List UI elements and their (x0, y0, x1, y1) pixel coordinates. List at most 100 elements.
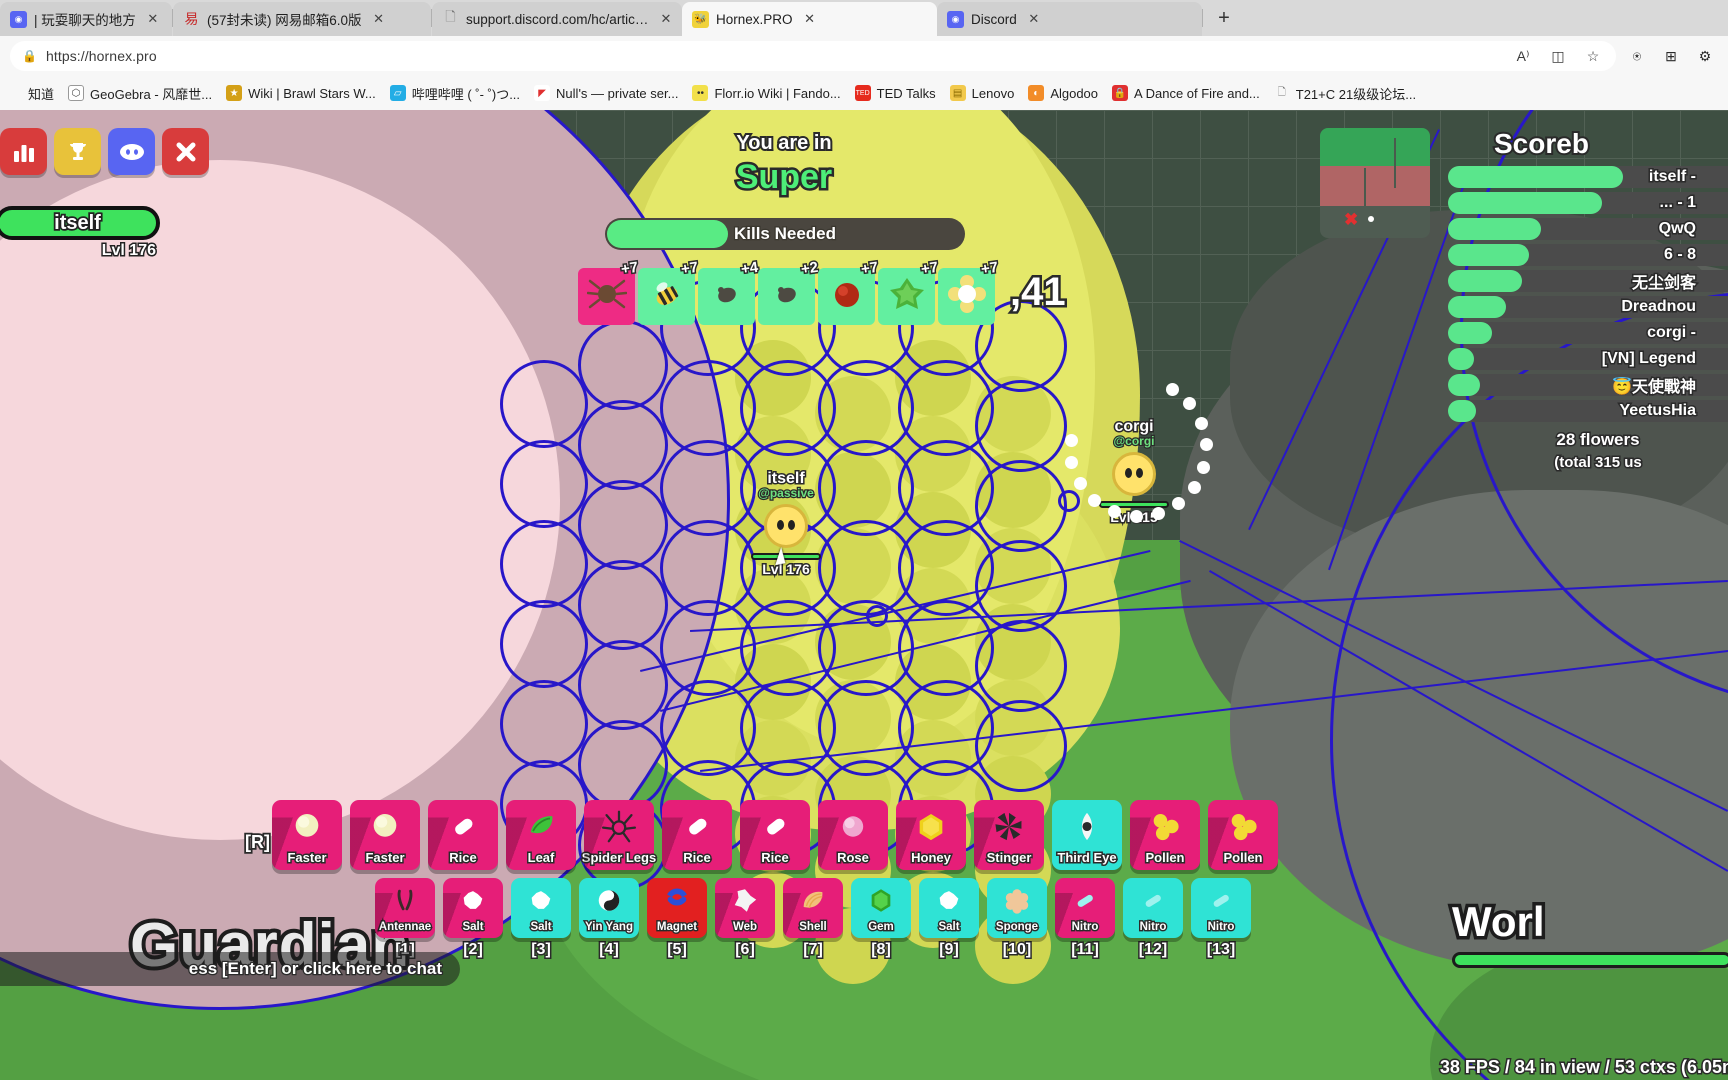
pet-slot-4[interactable]: +2 (758, 257, 821, 325)
hotbar-slot-2[interactable]: Faster (350, 800, 420, 870)
pet-slot-6[interactable]: +7 (878, 257, 941, 325)
tab-close-icon[interactable]: ✕ (656, 9, 676, 29)
pet-slot-2[interactable]: +7 (638, 257, 701, 325)
inventory-tile[interactable]: Nitro (1055, 878, 1115, 938)
inventory-slot-12[interactable]: Nitro [12] (1123, 878, 1183, 960)
eye-icon (1125, 468, 1132, 478)
leaderboard-button[interactable] (54, 128, 101, 175)
stats-button[interactable] (0, 128, 47, 175)
hotbar-slot-10[interactable]: Stinger (974, 800, 1044, 870)
projectile-circle (975, 700, 1067, 792)
inventory-slot-3[interactable]: Salt [3] (511, 878, 571, 960)
pet-slot-3[interactable]: +4 (698, 257, 761, 325)
browser-tab-active[interactable]: 🐝 Hornex.PRO ✕ (682, 2, 937, 36)
hotbar-slot-11[interactable]: Third Eye (1052, 800, 1122, 870)
chat-input[interactable]: ess [Enter] or click here to chat (0, 952, 460, 986)
inventory-tile[interactable]: Nitro (1191, 878, 1251, 938)
favorite-star-icon[interactable]: ☆ (1580, 43, 1606, 69)
bookmark-item[interactable]: TED TED Talks (854, 85, 936, 101)
tab-close-icon[interactable]: ✕ (1024, 9, 1044, 29)
hotbar-item-label: Rose (836, 849, 871, 867)
petal-orb (1064, 433, 1078, 447)
bookmark-item[interactable]: •• Florr.io Wiki | Fando... (692, 85, 841, 101)
bookmark-item[interactable]: ▤ Lenovo (949, 85, 1014, 101)
browser-tab[interactable]: ◉ | 玩耍聊天的地方 ✕ (0, 2, 172, 36)
pearl-icon (290, 810, 324, 849)
hotbar-slot-8[interactable]: Rose (818, 800, 888, 870)
inventory-slot-9[interactable]: Salt [9] (919, 878, 979, 960)
close-button[interactable] (162, 128, 209, 175)
bookmark-item[interactable]: ★ Wiki | Brawl Stars W... (226, 85, 376, 101)
inventory-tile[interactable]: Gem (851, 878, 911, 938)
inventory-slot-10[interactable]: Sponge [10] (987, 878, 1047, 960)
inventory-tile[interactable]: Magnet (647, 878, 707, 938)
inventory-tile[interactable]: Antennae (375, 878, 435, 938)
hotbar-slot-12[interactable]: Pollen (1130, 800, 1200, 870)
bookmark-label: TED Talks (876, 85, 936, 101)
inventory-tile[interactable]: Nitro (1123, 878, 1183, 938)
inventory-tile[interactable]: Salt (443, 878, 503, 938)
discord-button[interactable] (108, 128, 155, 175)
inventory-tile[interactable]: Shell (783, 878, 843, 938)
bookmark-item[interactable]: 🗋 T21+C 21级级论坛... (1274, 84, 1416, 103)
browser-tab[interactable]: ◉ Discord ✕ (937, 2, 1202, 36)
pet-slot-5[interactable]: +7 (818, 257, 881, 325)
split-screen-icon[interactable]: ◫ (1545, 43, 1571, 69)
address-bar[interactable]: 🔒 https://hornex.pro A⁾ ◫ ☆ (10, 41, 1616, 71)
minimap-zone-green (1320, 128, 1430, 166)
tab-close-icon[interactable]: ✕ (143, 9, 163, 29)
hotbar-slot-5[interactable]: Spider Legs (580, 800, 658, 870)
inventory-slot-7[interactable]: Shell [7] (783, 878, 843, 960)
hotbar-slot-13[interactable]: Pollen (1208, 800, 1278, 870)
minimap[interactable]: ✖ (1320, 128, 1430, 238)
total-users: (total 315 us (1553, 453, 1644, 473)
hotbar-slot-6[interactable]: Rice (662, 800, 732, 870)
tab-close-icon[interactable]: ✕ (800, 9, 820, 29)
inventory-tile[interactable]: Web (715, 878, 775, 938)
pet-slot-7[interactable]: +7 (938, 257, 1001, 325)
projectile-circle (975, 460, 1067, 552)
collections-icon[interactable]: ⍟ (1624, 43, 1650, 69)
inventory-slot-5[interactable]: Magnet [5] (647, 878, 707, 960)
inventory-slot-8[interactable]: Gem [8] (851, 878, 911, 960)
eye-icon (1136, 468, 1143, 478)
bookmark-item[interactable]: ▱ 哔哩哔哩 ( ˚- ˚)つ... (389, 84, 520, 103)
hotbar-slot-9[interactable]: Honey (896, 800, 966, 870)
hotbar-slot-7[interactable]: Rice (740, 800, 810, 870)
inventory-tile[interactable]: Yin Yang (579, 878, 639, 938)
inventory-slot-6[interactable]: Web [6] (715, 878, 775, 960)
bookmark-item[interactable]: ⬡ GeoGebra - 风靡世... (68, 84, 212, 103)
inventory-slot-1[interactable]: Antennae [1] (375, 878, 435, 960)
inventory-item-label: Nitro (1206, 920, 1236, 935)
inventory-tile[interactable]: Sponge (987, 878, 1047, 938)
inventory-slot-13[interactable]: Nitro [13] (1191, 878, 1251, 960)
hotbar-slot-3[interactable]: Rice (428, 800, 498, 870)
browser-essentials-icon[interactable]: ⊞ (1658, 43, 1684, 69)
inventory-item-label: Sponge (995, 920, 1040, 935)
tab-close-icon[interactable]: ✕ (369, 9, 389, 29)
inventory-tile[interactable]: Salt (919, 878, 979, 938)
bookmark-item[interactable]: 知道 (6, 84, 54, 103)
inventory-slot-2[interactable]: Salt [2] (443, 878, 503, 960)
hotbar-slot-1[interactable]: Faster (272, 800, 342, 870)
game-canvas[interactable]: itself Lvl 176 You are in Super Kills Ne… (0, 110, 1728, 1080)
pet-slot-1[interactable]: +7 (578, 257, 641, 325)
score-label: QwQ (1657, 219, 1697, 239)
inventory-slot-11[interactable]: Nitro [11] (1055, 878, 1115, 960)
bookmark-item[interactable]: ◤ Null's — private ser... (534, 85, 678, 101)
netease-mail-icon: 易 (184, 11, 199, 27)
self-level: Lvl 176 (100, 241, 157, 261)
new-tab-button[interactable]: + (1209, 3, 1239, 33)
browser-tab[interactable]: 🗋 support.discord.com/hc/articles/ ✕ (432, 2, 682, 36)
browser-tab[interactable]: 易 (57封未读) 网易邮箱6.0版 ✕ (173, 2, 431, 36)
settings-icon[interactable]: ⚙ (1692, 43, 1718, 69)
inventory-slot-4[interactable]: Yin Yang [4] (579, 878, 639, 960)
bookmark-item[interactable]: ◐ Algodoo (1028, 85, 1098, 101)
inventory-tile[interactable]: Salt (511, 878, 571, 938)
hotbar-slot-4[interactable]: Leaf (506, 800, 576, 870)
read-aloud-icon[interactable]: A⁾ (1510, 43, 1536, 69)
inventory-item-label: Nitro (1138, 920, 1168, 935)
bookmark-item[interactable]: 🔒 A Dance of Fire and... (1112, 85, 1260, 101)
pet-count-badge: +7 (618, 257, 640, 279)
rose-icon (836, 810, 870, 849)
